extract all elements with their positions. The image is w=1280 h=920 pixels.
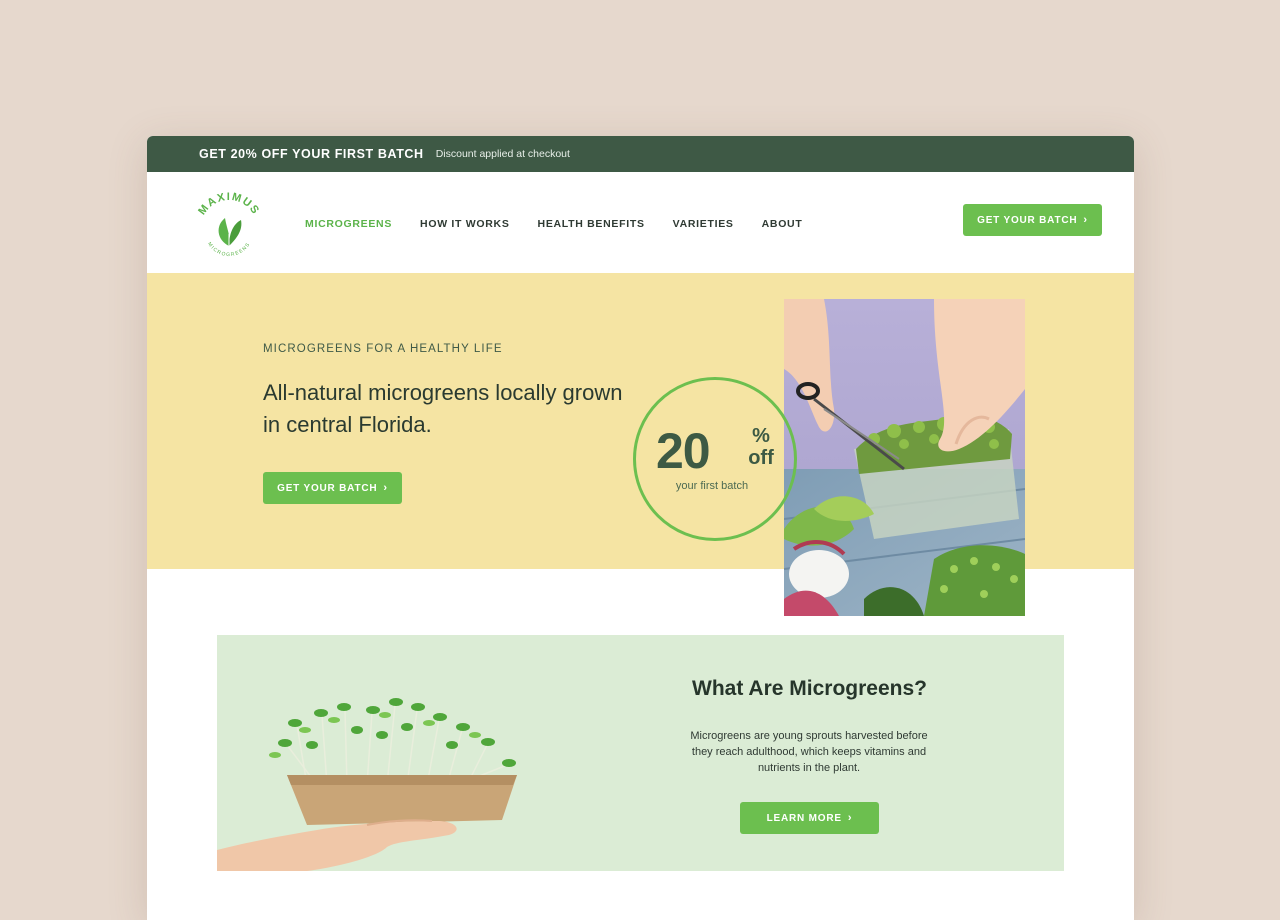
nav-item-about[interactable]: ABOUT [762, 218, 803, 230]
header-get-batch-button[interactable]: GET YOUR BATCH › [963, 204, 1102, 236]
hero-photo [784, 299, 1025, 616]
nav-item-how-it-works[interactable]: HOW IT WORKS [420, 218, 509, 230]
brand-name: MAXIMUS [196, 191, 260, 217]
svg-text:MAXIMUS: MAXIMUS [196, 191, 262, 217]
discount-percent: % [752, 425, 770, 447]
hero-get-batch-button[interactable]: GET YOUR BATCH › [263, 472, 402, 504]
promo-subtitle: Discount applied at checkout [435, 148, 570, 160]
chevron-right-icon: › [847, 812, 853, 824]
nav-item-varieties[interactable]: VARIETIES [673, 218, 734, 230]
discount-caption: your first batch [675, 480, 749, 492]
brand-logo[interactable]: MAXIMUS MICROGREENS [191, 190, 267, 266]
what-are-microgreens-section: What Are Microgreens? Microgreens are yo… [217, 635, 1064, 871]
chevron-right-icon: › [1083, 214, 1088, 226]
hero-title: All-natural microgreens locally grown in… [263, 380, 623, 437]
learn-more-button[interactable]: LEARN MORE › [740, 802, 879, 834]
discount-badge: 20 % off your first batch [633, 377, 797, 541]
hand-holding-microgreens-photo [217, 635, 557, 871]
promo-title: GET 20% OFF YOUR FIRST BATCH [199, 147, 424, 161]
nav-item-microgreens[interactable]: MICROGREENS [305, 218, 392, 230]
discount-number: 20 [656, 423, 711, 479]
info-text: Microgreens are young sprouts harvested … [690, 730, 928, 774]
nav-item-health-benefits[interactable]: HEALTH BENEFITS [538, 218, 645, 230]
promo-bar: GET 20% OFF YOUR FIRST BATCH Discount ap… [147, 136, 1134, 172]
main-nav: MICROGREENS HOW IT WORKS HEALTH BENEFITS… [305, 218, 830, 230]
chevron-right-icon: › [383, 482, 388, 494]
info-title: What Are Microgreens? [692, 677, 927, 700]
discount-off: off [748, 447, 774, 469]
learn-more-label: LEARN MORE [766, 812, 842, 824]
site-header: MAXIMUS MICROGREENS MICROGREENS HOW IT W… [147, 172, 1134, 273]
hero-eyebrow: MICROGREENS FOR A HEALTHY LIFE [263, 343, 503, 355]
hero-cta-label: GET YOUR BATCH [277, 482, 378, 494]
browser-window: GET 20% OFF YOUR FIRST BATCH Discount ap… [147, 136, 1134, 920]
leaf-icon [218, 218, 242, 246]
header-cta-label: GET YOUR BATCH [977, 214, 1078, 226]
